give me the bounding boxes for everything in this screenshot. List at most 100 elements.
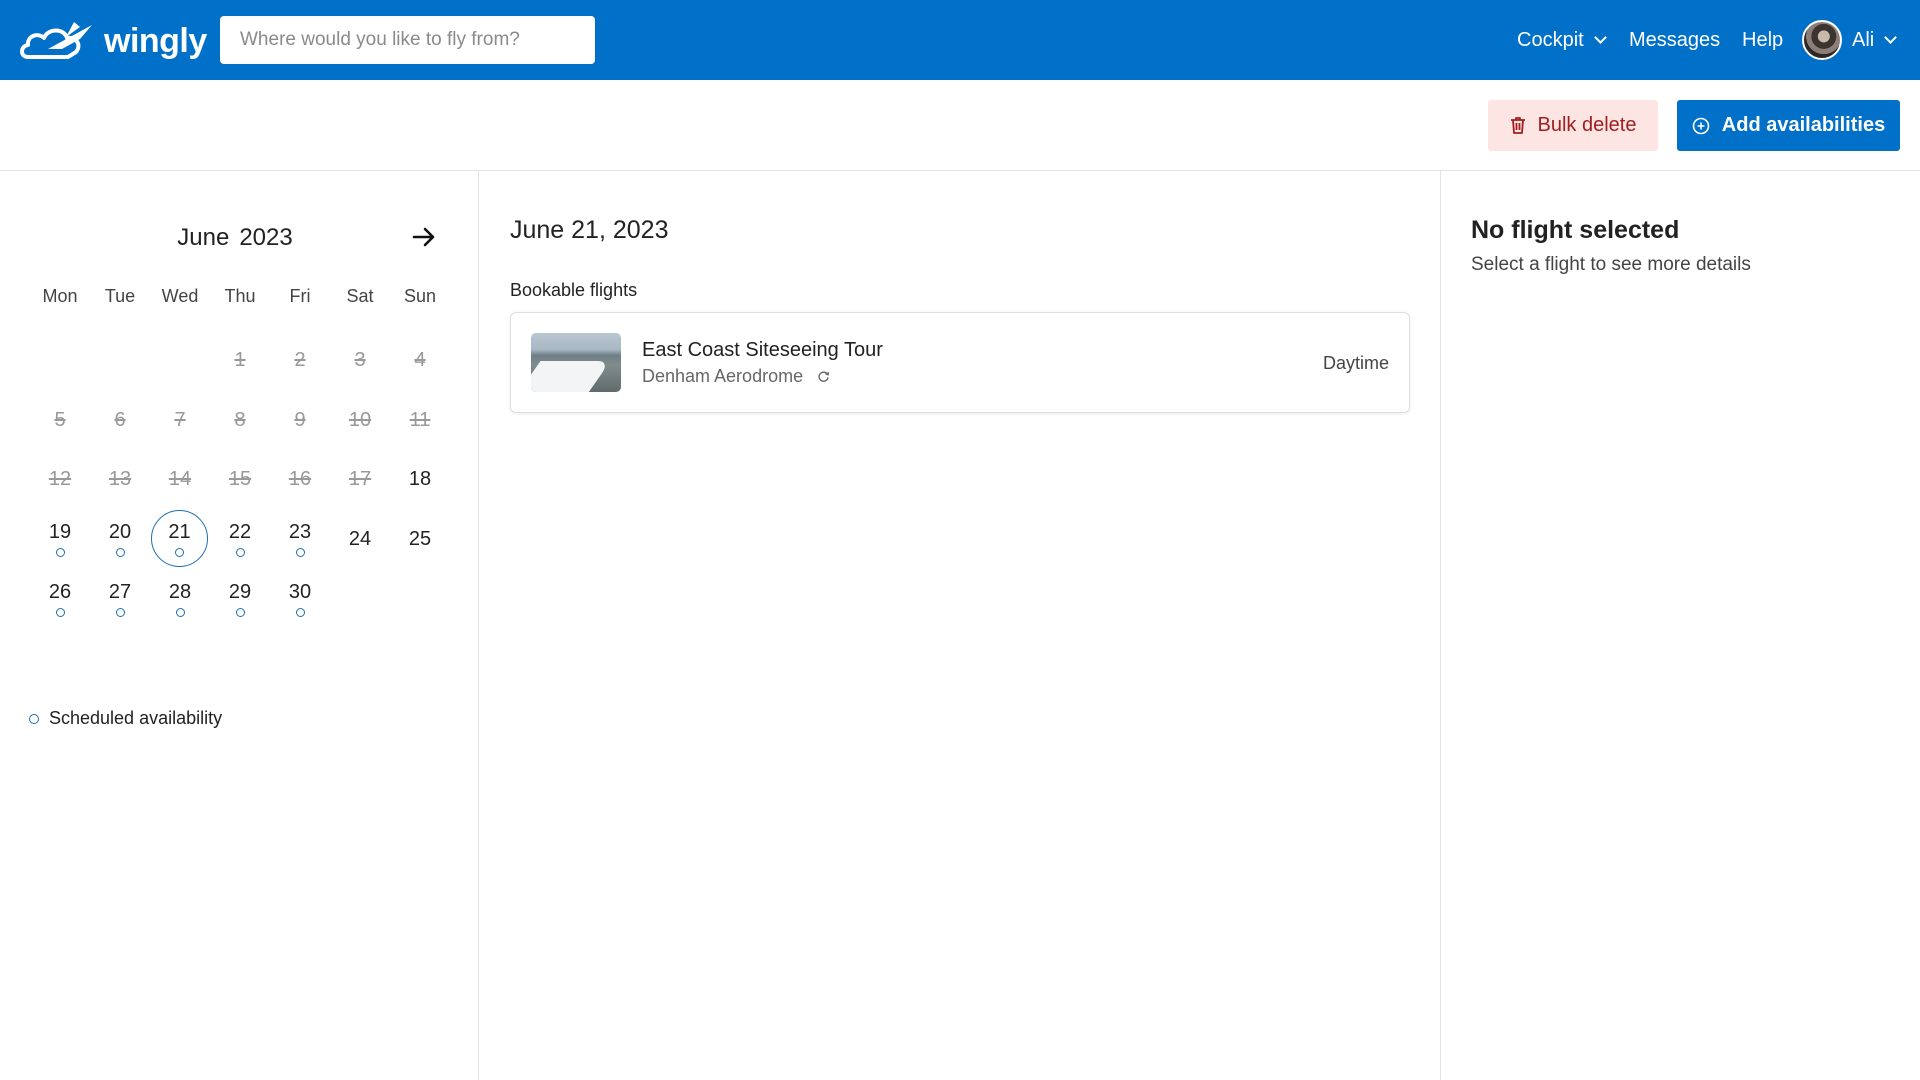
calendar-day[interactable]: 30: [270, 571, 330, 627]
plus-circle-icon: [1692, 117, 1710, 135]
calendar-day-number: 4: [414, 348, 426, 371]
calendar-day[interactable]: 24: [330, 511, 390, 567]
calendar-day: 2: [270, 332, 330, 388]
flight-time: Daytime: [1322, 353, 1389, 373]
calendar-day-number: 9: [294, 408, 306, 431]
calendar-day-number: 17: [348, 467, 372, 490]
flight-location-row: Denham Aerodrome: [642, 366, 830, 387]
weekday-label: Tue: [104, 286, 136, 306]
calendar-day[interactable]: 22: [210, 511, 270, 567]
weekday-label: Wed: [161, 286, 199, 306]
trash-icon: [1510, 116, 1526, 135]
availability-dot-icon: [175, 547, 184, 557]
calendar-day[interactable]: 21: [151, 510, 208, 567]
calendar-day: 8: [210, 392, 270, 448]
chevron-down-icon: [1593, 30, 1607, 44]
calendar-day-number: 28: [168, 581, 192, 603]
calendar-day-number: 16: [288, 467, 312, 490]
calendar-day-number: 25: [408, 527, 432, 550]
details-subtitle: Select a flight to see more details: [1471, 254, 1751, 275]
arrow-right-icon: [412, 226, 436, 253]
flight-card[interactable]: East Coast Siteseeing Tour Denham Aerodr…: [510, 312, 1410, 413]
calendar-day-number: 26: [48, 581, 72, 603]
details-title: No flight selected: [1471, 216, 1680, 244]
calendar-day[interactable]: 23: [270, 511, 330, 567]
calendar-day: 16: [270, 451, 330, 507]
add-availabilities-button[interactable]: Add availabilities: [1677, 100, 1900, 151]
availability-dot-icon: [235, 608, 245, 617]
calendar-day: 13: [90, 451, 150, 507]
nav-cockpit-label: Cockpit: [1517, 28, 1584, 51]
calendar-day-number: 11: [409, 408, 431, 431]
cloud-plane-icon: [18, 19, 94, 63]
availability-dot-icon: [115, 608, 125, 617]
calendar-day: 10: [330, 392, 390, 448]
nav-cockpit-menu[interactable]: Cockpit: [1517, 0, 1607, 80]
calendar-day[interactable]: 18: [390, 451, 450, 507]
calendar-day-number: 23: [288, 521, 312, 543]
user-name: Ali: [1852, 28, 1875, 51]
calendar-year: 2023: [239, 224, 293, 251]
calendar-day-number: 13: [108, 467, 132, 490]
nav-help-link[interactable]: Help: [1742, 0, 1783, 80]
calendar-day-number: 18: [408, 467, 432, 490]
calendar-day: 5: [30, 392, 90, 448]
calendar-day[interactable]: 25: [390, 511, 450, 567]
calendar-day-number: 3: [354, 348, 366, 371]
calendar-day-number: 24: [348, 527, 372, 550]
calendar-day[interactable]: 29: [210, 571, 270, 627]
weekday-label: Mon: [42, 286, 78, 306]
calendar-day: 12: [30, 451, 90, 507]
calendar-month: June: [177, 224, 230, 251]
calendar-day-number: 22: [228, 521, 252, 543]
calendar-day-number: 29: [228, 581, 252, 603]
calendar-day-number: 20: [108, 521, 132, 543]
nav-messages-link[interactable]: Messages: [1629, 0, 1720, 80]
calendar-day-number: 12: [48, 467, 72, 490]
calendar-month-title: June 2023: [140, 224, 330, 252]
action-toolbar: Bulk delete Add availabilities: [0, 80, 1920, 171]
weekday-label: Fri: [289, 286, 311, 306]
calendar-day-number: 30: [288, 581, 312, 603]
calendar-day[interactable]: 26: [30, 571, 90, 627]
wingly-logo[interactable]: wingly: [18, 18, 207, 64]
calendar-day-number: 7: [174, 408, 186, 431]
calendar-day-number: 10: [348, 408, 372, 431]
user-menu[interactable]: Ali: [1802, 0, 1898, 80]
calendar-day-number: 21: [168, 520, 191, 543]
flight-thumbnail: [531, 333, 621, 392]
chevron-down-icon: [1884, 30, 1898, 44]
availability-dot-icon: [115, 548, 125, 557]
calendar-day[interactable]: 19: [30, 511, 90, 567]
calendar-day-number: 5: [54, 408, 66, 431]
weekday-label: Sat: [346, 286, 374, 306]
calendar-day-number: 1: [234, 348, 246, 371]
calendar-day[interactable]: 27: [90, 571, 150, 627]
flight-name: East Coast Siteseeing Tour: [642, 339, 883, 361]
calendar-day-number: 27: [108, 581, 132, 603]
calendar-day: 1: [210, 332, 270, 388]
calendar-day[interactable]: 20: [90, 511, 150, 567]
bulk-delete-button[interactable]: Bulk delete: [1488, 100, 1658, 151]
calendar-day: 4: [390, 332, 450, 388]
calendar-day-number: 15: [228, 467, 252, 490]
next-month-button[interactable]: [408, 224, 440, 254]
weekday-label: Thu: [224, 286, 256, 306]
calendar-day-number: 14: [168, 467, 192, 490]
weekday-label: Sun: [403, 286, 437, 306]
calendar-day-number: 6: [114, 408, 126, 431]
calendar-day: 9: [270, 392, 330, 448]
refresh-icon: [817, 370, 830, 383]
calendar-day: 6: [90, 392, 150, 448]
calendar-legend: Scheduled availability: [29, 708, 222, 729]
column-divider: [1440, 171, 1441, 1080]
departure-search-input[interactable]: [220, 16, 595, 64]
bookable-flights-heading: Bookable flights: [510, 280, 638, 300]
availability-dot-icon: [29, 713, 39, 724]
calendar-day[interactable]: 28: [150, 571, 210, 627]
availability-dot-icon: [235, 548, 245, 557]
column-divider: [478, 171, 479, 1080]
calendar-day: 3: [330, 332, 390, 388]
calendar-day-number: 8: [234, 408, 246, 431]
legend-label: Scheduled availability: [49, 708, 223, 728]
